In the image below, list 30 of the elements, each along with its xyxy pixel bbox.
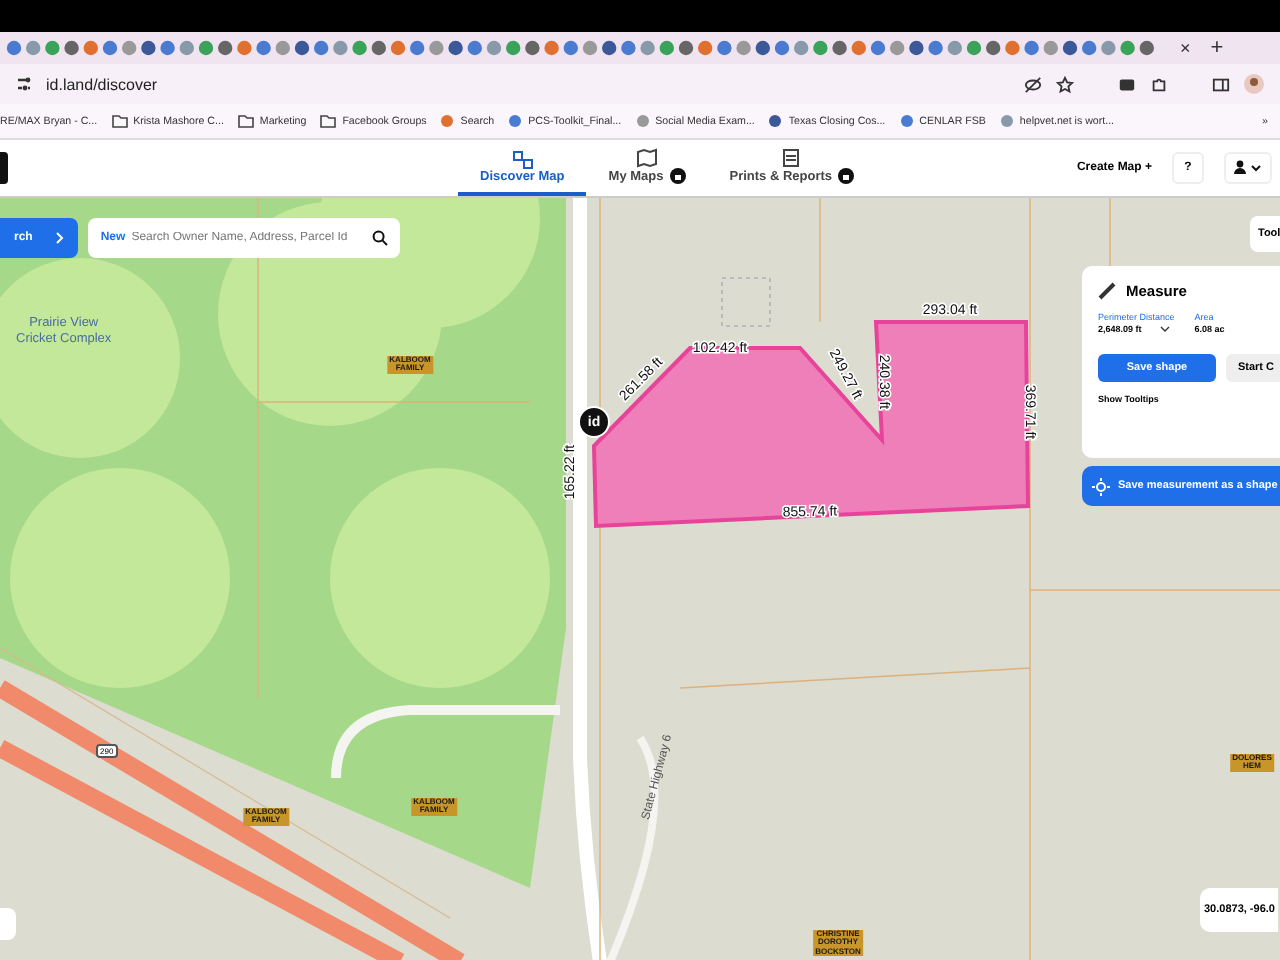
user-menu-button[interactable]	[1224, 152, 1272, 184]
user-icon	[1234, 160, 1262, 176]
map-squares-icon	[511, 149, 534, 169]
folder-icon	[237, 114, 254, 128]
eye-slash-icon[interactable]	[1024, 75, 1042, 93]
chevron-right-icon	[56, 232, 65, 244]
tab-close-button[interactable]: ×	[1180, 38, 1191, 58]
address-field[interactable]: id.land/discover	[46, 75, 158, 93]
folder-icon	[111, 114, 128, 128]
favicon-icon	[440, 114, 455, 128]
favicon-icon	[635, 114, 650, 128]
profile-avatar-icon[interactable]	[1244, 74, 1264, 94]
folder-icon	[320, 114, 337, 128]
folded-map-icon	[636, 148, 658, 168]
favicon-icon	[999, 114, 1014, 128]
new-tab-button[interactable]: +	[1210, 36, 1224, 60]
search-icon	[372, 230, 389, 246]
logo-icon[interactable]	[0, 152, 8, 184]
favicon-icon	[508, 114, 523, 128]
lock-icon	[669, 168, 686, 184]
lock-icon	[838, 168, 855, 184]
favicon-icon	[899, 114, 914, 128]
chevron-down-icon	[1160, 326, 1171, 332]
building-outline	[721, 277, 771, 327]
favicon-icon	[768, 114, 783, 128]
document-icon	[780, 148, 803, 168]
extension-icon[interactable]	[1118, 75, 1136, 93]
sidebar-icon[interactable]	[1212, 75, 1230, 93]
star-icon[interactable]	[1056, 75, 1074, 93]
site-settings-icon[interactable]	[16, 76, 32, 92]
